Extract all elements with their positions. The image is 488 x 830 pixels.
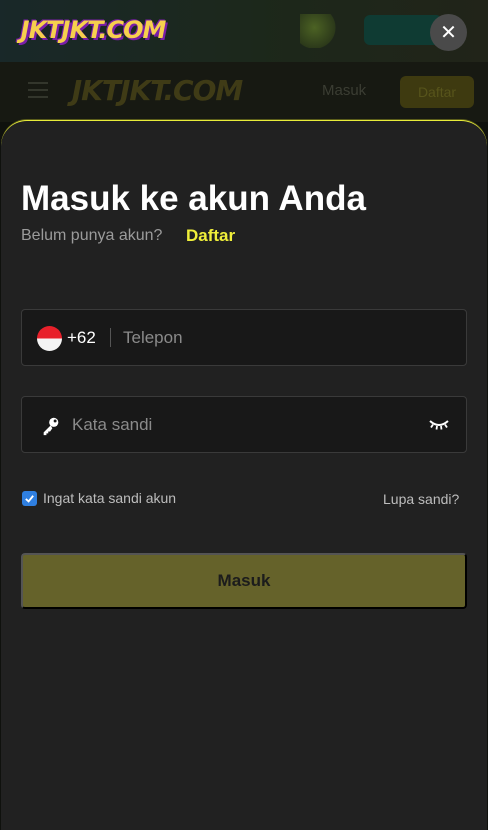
register-link[interactable]: Daftar (186, 226, 235, 246)
nav-register-button: Daftar (400, 76, 474, 108)
page-title: Masuk ke akun Anda (21, 179, 366, 218)
password-input[interactable] (72, 397, 412, 452)
banner-logo: JKTJKT.COM (20, 16, 167, 44)
login-sheet: Masuk ke akun Anda Belum punya akun? Daf… (1, 120, 487, 830)
country-code[interactable]: +62 (67, 328, 96, 348)
banner-decoration (300, 14, 336, 48)
indonesia-flag-icon (37, 326, 62, 351)
remember-label: Ingat kata sandi akun (43, 490, 177, 506)
close-button[interactable]: ✕ (430, 14, 467, 51)
nav-login-link: Masuk (322, 82, 367, 99)
checkmark-icon (25, 494, 34, 503)
key-icon (43, 417, 59, 436)
divider (110, 328, 111, 347)
phone-input[interactable] (123, 310, 453, 365)
register-prompt: Belum punya akun? (21, 227, 163, 244)
login-button[interactable]: Masuk (21, 553, 467, 609)
menu-icon (28, 82, 48, 98)
remember-password[interactable]: Ingat kata sandi akun (22, 490, 176, 506)
phone-field[interactable]: +62 (21, 309, 467, 366)
eye-closed-icon[interactable] (428, 416, 450, 432)
forgot-password-link[interactable]: Lupa sandi? (383, 491, 459, 507)
password-field[interactable] (21, 396, 467, 453)
nav-logo: JKTJKT.COM (71, 73, 244, 107)
remember-checkbox[interactable] (22, 490, 37, 506)
